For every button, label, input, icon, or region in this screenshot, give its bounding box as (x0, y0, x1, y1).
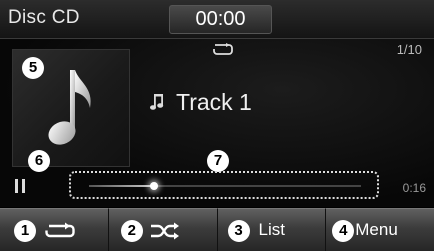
media-screen: Disc CD 00:00 1/10 5 Track 1 6 7 0:16 1 … (0, 0, 434, 251)
callout-repeat: 1 (14, 220, 36, 242)
track-title: Track 1 (176, 89, 252, 115)
shuffle-button[interactable]: 2 (108, 208, 218, 251)
callout-shuffle: 2 (120, 220, 143, 242)
shuffle-icon (150, 222, 179, 240)
music-note-icon (48, 70, 91, 145)
top-status-bar: Disc CD 00:00 (0, 0, 434, 39)
callout-progress: 7 (207, 150, 229, 172)
list-label: List (258, 220, 285, 239)
elapsed-time: 0:16 (402, 181, 426, 195)
progress-knob[interactable] (150, 182, 159, 190)
list-button[interactable]: 3 List (217, 208, 327, 251)
repeat-mode-icon (213, 43, 233, 55)
progress-track[interactable] (89, 182, 361, 190)
track-note-icon (150, 94, 164, 110)
track-counter: 1/10 (396, 42, 422, 57)
callout-play-pause: 6 (28, 150, 50, 172)
callout-album-art: 5 (22, 57, 44, 79)
progress-bar[interactable] (69, 171, 379, 199)
now-playing-panel: 1/10 5 Track 1 6 7 0:16 (0, 39, 434, 207)
clock: 00:00 (169, 5, 272, 34)
source-label: Disc CD (8, 7, 80, 28)
control-bar: 1 2 3 List 4 Menu (0, 208, 434, 251)
repeat-icon (45, 222, 75, 238)
progress-fill (89, 185, 155, 187)
album-art[interactable]: 5 (12, 49, 130, 167)
pause-icon[interactable] (14, 179, 28, 193)
menu-button[interactable]: 4 Menu (326, 208, 434, 251)
menu-label: Menu (355, 220, 398, 239)
repeat-button[interactable]: 1 (0, 208, 109, 251)
callout-list: 3 (227, 220, 250, 242)
callout-menu: 4 (332, 220, 355, 242)
